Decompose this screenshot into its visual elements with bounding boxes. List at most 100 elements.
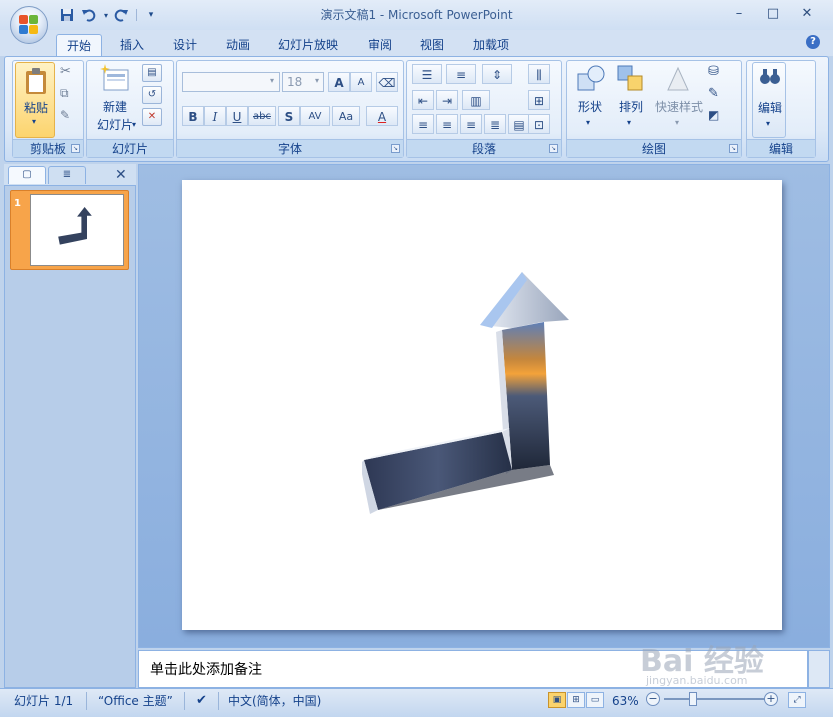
editing-label: 编辑 [757, 101, 782, 115]
zoom-slider-thumb[interactable] [689, 692, 697, 706]
text-direction-icon[interactable]: ⫼ [528, 64, 550, 84]
normal-view-icon[interactable]: ▣ [548, 692, 566, 708]
italic-button[interactable]: I [204, 106, 226, 126]
office-logo-icon [19, 15, 39, 35]
columns-icon[interactable]: ▥ [462, 90, 490, 110]
tab-animations[interactable]: 动画 [216, 34, 260, 56]
decrease-indent-icon[interactable]: ⇤ [412, 90, 434, 110]
outline-tab-icon[interactable]: ≣ [48, 166, 86, 184]
watermark-url: jingyan.baidu.com [646, 674, 748, 687]
zoom-level[interactable]: 63% [612, 693, 639, 709]
close-button[interactable]: ✕ [794, 4, 820, 24]
paste-label: 粘贴 [23, 101, 48, 115]
shadow-button[interactable]: S [278, 106, 300, 126]
slides-tab-icon[interactable]: ▢ [8, 166, 46, 184]
maximize-button[interactable]: □ [760, 4, 786, 24]
justify-icon[interactable]: ≣ [484, 114, 506, 134]
editing-button[interactable]: 编辑 ▾ [752, 62, 786, 138]
font-color-button[interactable]: A [366, 106, 398, 126]
minimize-button[interactable]: – [726, 4, 752, 24]
arrow-shape[interactable] [362, 270, 582, 530]
delete-slide-icon[interactable]: ✕ [142, 108, 162, 126]
zoom-in-button[interactable]: + [764, 692, 778, 706]
shapes-dropdown-icon: ▾ [586, 118, 591, 127]
theme-status: “Office 主题” [98, 694, 173, 708]
clear-format-icon[interactable]: ⌫ [376, 72, 398, 92]
arrange-label: 排列 [618, 100, 643, 114]
tab-review[interactable]: 审阅 [358, 34, 402, 56]
drawing-group-label: 绘图 [567, 139, 741, 157]
line-spacing-icon[interactable]: ⇕ [482, 64, 512, 84]
increase-indent-icon[interactable]: ⇥ [436, 90, 458, 110]
align-right-icon[interactable]: ≡ [460, 114, 482, 134]
tab-view[interactable]: 视图 [410, 34, 454, 56]
font-size-dropdown-icon[interactable]: ▾ [315, 76, 319, 85]
cut-icon[interactable]: ✂ [60, 64, 71, 79]
status-separator [86, 692, 87, 710]
align-text-icon[interactable]: ⊞ [528, 90, 550, 110]
shrink-font-button[interactable]: A [350, 72, 372, 92]
char-spacing-button[interactable]: AV [300, 106, 330, 126]
new-slide-icon [100, 64, 129, 91]
editing-dropdown-icon: ▾ [766, 119, 771, 128]
new-slide-label-1: 新建 [102, 100, 127, 114]
baidu-watermark: Bai 经验 jingyan.baidu.com [640, 630, 830, 688]
slideshow-view-icon[interactable]: ▭ [586, 692, 604, 708]
paragraph-launcher-icon[interactable]: ↘ [549, 144, 558, 153]
change-case-button[interactable]: Aa [332, 106, 360, 126]
font-launcher-icon[interactable]: ↘ [391, 144, 400, 153]
spellcheck-icon[interactable]: ✔ [196, 693, 207, 709]
numbering-icon[interactable]: ≡ [446, 64, 476, 84]
tab-home[interactable]: 开始 [56, 34, 103, 56]
status-separator [218, 692, 219, 710]
zoom-slider-track[interactable] [664, 698, 768, 700]
shape-fill-icon[interactable]: ⛁ [708, 64, 719, 79]
shape-effects-icon[interactable]: ◩ [708, 108, 719, 122]
slides-group-label: 幻灯片 [87, 139, 173, 157]
help-icon[interactable]: ? [806, 35, 820, 49]
slide-canvas[interactable] [182, 180, 782, 630]
slide-thumbnail[interactable] [30, 194, 124, 266]
align-center-icon[interactable]: ≡ [436, 114, 458, 134]
shape-outline-icon[interactable]: ✎ [708, 86, 719, 101]
new-slide-dropdown-icon[interactable]: ▾ [132, 120, 136, 129]
tab-insert[interactable]: 插入 [110, 34, 154, 56]
copy-icon[interactable]: ⧉ [60, 86, 69, 101]
slide-sorter-icon[interactable]: ⊞ [567, 692, 585, 708]
office-button[interactable] [10, 6, 48, 44]
tab-slideshow[interactable]: 幻灯片放映 [268, 34, 348, 56]
strikethrough-button[interactable]: abc [248, 106, 276, 126]
arrange-button[interactable]: 排列 ▾ [612, 62, 650, 138]
shapes-label: 形状 [577, 100, 602, 114]
shapes-icon [577, 65, 605, 91]
editing-group-label: 编辑 [747, 139, 815, 157]
arrange-dropdown-icon: ▾ [627, 118, 632, 127]
font-name-dropdown-icon[interactable]: ▾ [270, 76, 274, 85]
quick-styles-button[interactable]: 快速样式 ▾ [652, 62, 704, 138]
layout-icon[interactable]: ▤ [142, 64, 162, 82]
font-name-select[interactable] [182, 72, 280, 92]
distribute-icon[interactable]: ▤ [508, 114, 530, 134]
arrange-icon [617, 65, 643, 91]
paste-dropdown-icon: ▾ [32, 117, 37, 126]
shapes-button[interactable]: 形状 ▾ [572, 62, 608, 138]
zoom-out-button[interactable]: − [646, 692, 660, 706]
tab-addins[interactable]: 加载项 [463, 34, 519, 56]
reset-slide-icon[interactable]: ↺ [142, 86, 162, 104]
grow-font-button[interactable]: A [328, 72, 350, 92]
drawing-launcher-icon[interactable]: ↘ [729, 144, 738, 153]
smartart-icon[interactable]: ⊡ [528, 114, 550, 134]
panel-close-icon[interactable]: ✕ [115, 166, 127, 184]
tab-design[interactable]: 设计 [163, 34, 207, 56]
bold-button[interactable]: B [182, 106, 204, 126]
bullets-icon[interactable]: ☰ [412, 64, 442, 84]
paste-button[interactable]: 粘贴 ▾ [15, 62, 55, 138]
fit-to-window-icon[interactable]: ⤢ [788, 692, 806, 708]
format-painter-icon[interactable]: ✎ [60, 108, 70, 122]
align-left-icon[interactable]: ≡ [412, 114, 434, 134]
underline-button[interactable]: U [226, 106, 248, 126]
notes-placeholder[interactable]: 单击此处添加备注 [150, 659, 262, 679]
clipboard-launcher-icon[interactable]: ↘ [71, 144, 80, 153]
clipboard-icon [26, 68, 46, 94]
language-status[interactable]: 中文(简体，中国) [228, 693, 321, 709]
